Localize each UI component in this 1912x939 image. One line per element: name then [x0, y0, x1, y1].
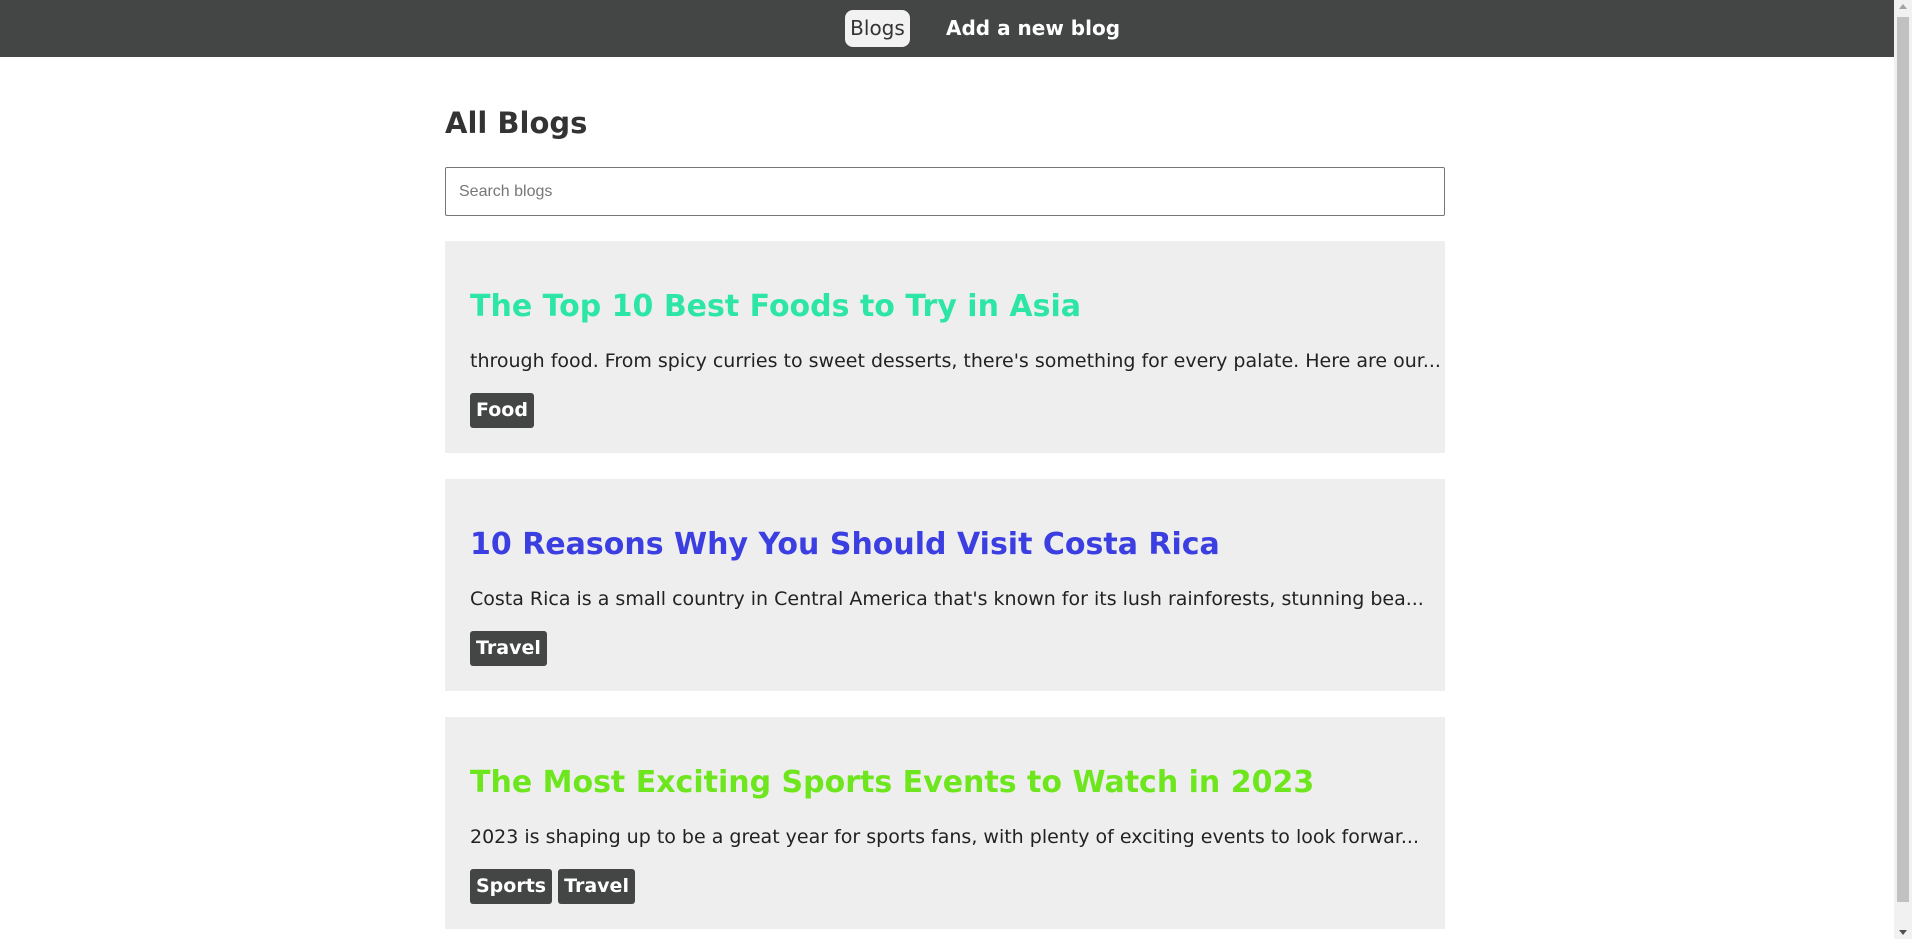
- nav-add-new-blog-link[interactable]: Add a new blog: [946, 10, 1120, 47]
- blog-card-title-link[interactable]: 10 Reasons Why You Should Visit Costa Ri…: [470, 527, 1220, 562]
- blog-card-title-link[interactable]: The Top 10 Best Foods to Try in Asia: [470, 289, 1081, 324]
- scrollbar-thumb[interactable]: [1897, 17, 1909, 902]
- blog-card: The Most Exciting Sports Events to Watch…: [445, 717, 1445, 929]
- blog-card-excerpt: 2023 is shaping up to be a great year fo…: [470, 826, 1420, 848]
- tag-badge[interactable]: Sports: [470, 869, 553, 904]
- blog-card-title-link[interactable]: The Most Exciting Sports Events to Watch…: [470, 765, 1314, 800]
- blog-card: 10 Reasons Why You Should Visit Costa Ri…: [445, 479, 1445, 691]
- tag-badge[interactable]: Food: [470, 393, 534, 428]
- blog-card-tags: Travel: [470, 631, 547, 666]
- blog-card-excerpt: through food. From spicy curries to swee…: [470, 350, 1441, 372]
- top-navigation-bar: Blogs Add a new blog: [0, 0, 1894, 57]
- search-input[interactable]: [445, 167, 1445, 216]
- vertical-scrollbar[interactable]: [1894, 0, 1912, 939]
- tag-badge[interactable]: Travel: [558, 869, 635, 904]
- page-title: All Blogs: [445, 106, 588, 140]
- nav-blogs-button[interactable]: Blogs: [845, 10, 910, 47]
- blog-card-tags: Food: [470, 393, 534, 428]
- scroll-down-arrow-icon[interactable]: [1899, 930, 1907, 935]
- blog-card-tags: Sports Travel: [470, 869, 635, 904]
- blog-card-excerpt: Costa Rica is a small country in Central…: [470, 588, 1424, 610]
- scroll-up-arrow-icon[interactable]: [1899, 4, 1907, 9]
- tag-badge[interactable]: Travel: [470, 631, 547, 666]
- blog-card: The Top 10 Best Foods to Try in Asia thr…: [445, 241, 1445, 453]
